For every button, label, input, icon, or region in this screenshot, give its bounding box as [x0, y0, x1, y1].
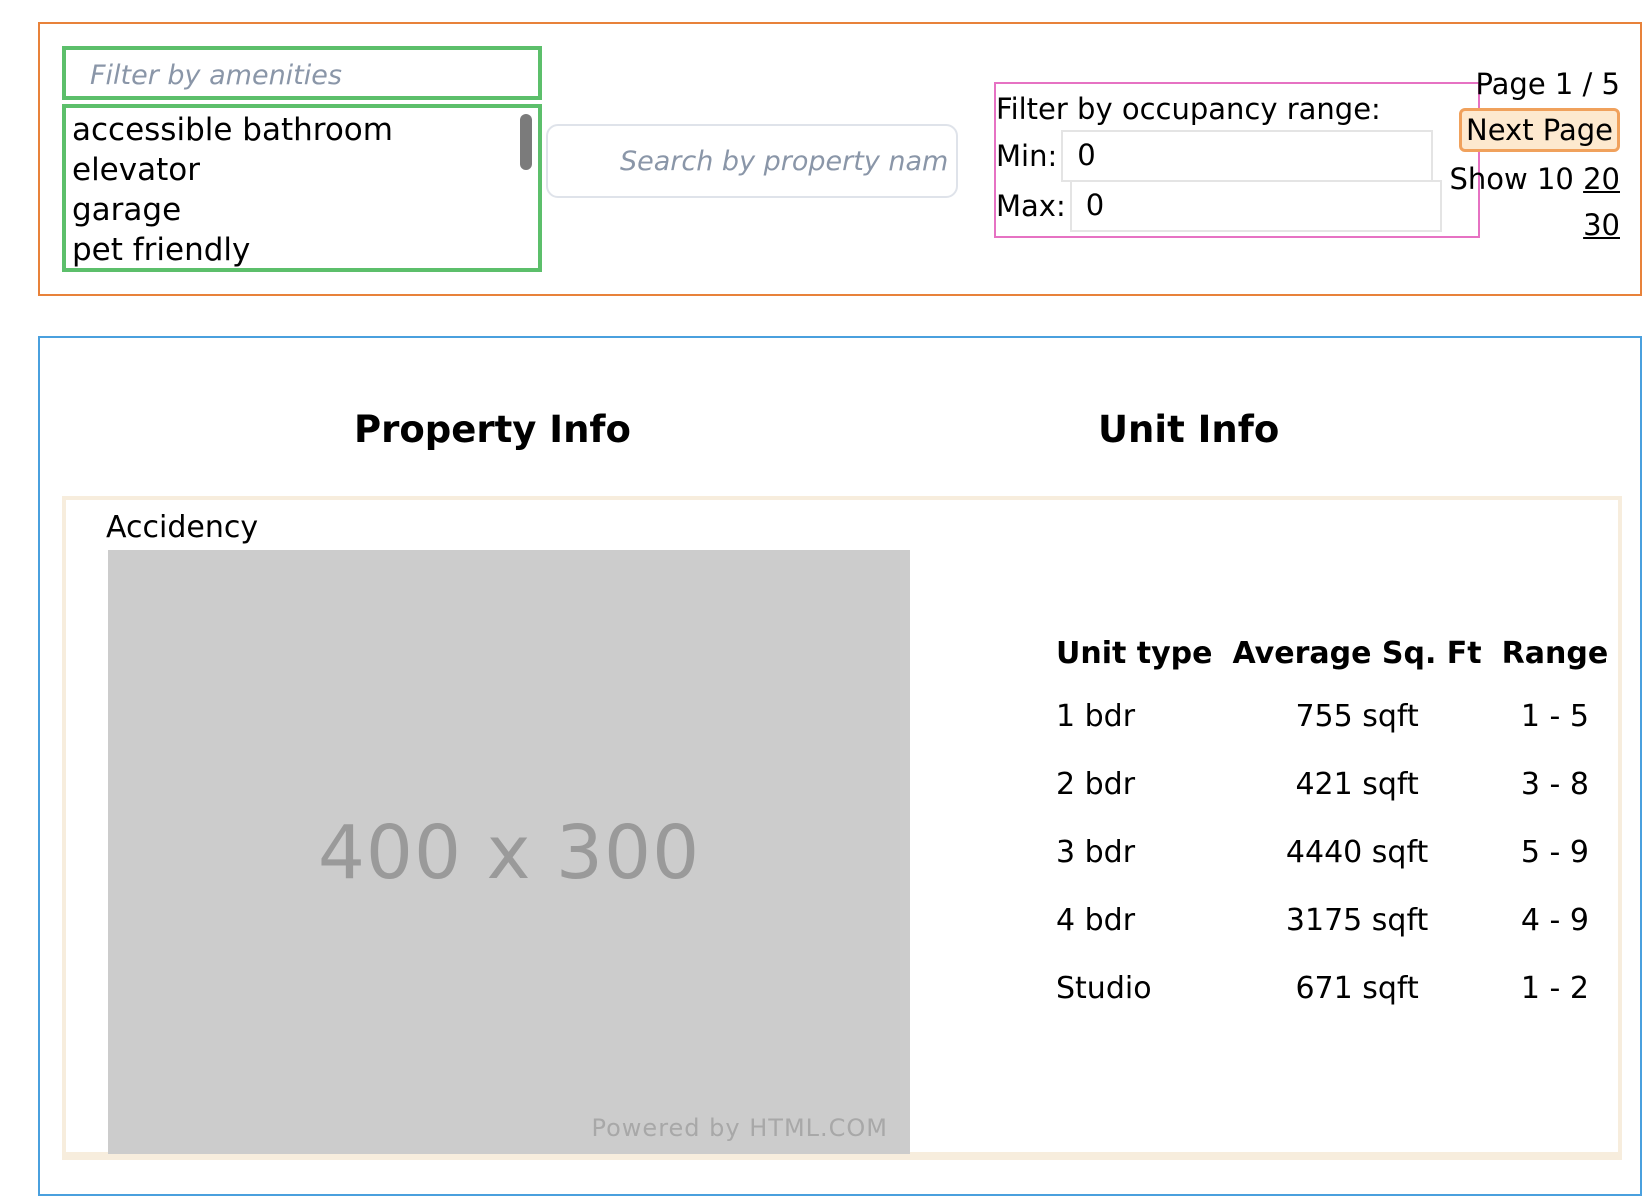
image-size-text: 400 x 300: [317, 810, 701, 896]
occupancy-max-row: Max: 0: [996, 180, 1442, 232]
page-size-20-link[interactable]: 20: [1583, 162, 1620, 196]
occupancy-filter: Filter by occupancy range: Min: 0 Max: 0: [994, 82, 1480, 238]
next-page-button[interactable]: Next Page: [1459, 108, 1620, 152]
table-row: 3 bdr 4440 sqft 5 - 9: [1056, 818, 1618, 886]
amenity-filter-input[interactable]: Filter by amenities: [62, 46, 542, 100]
avg-sqft-cell: 4440 sqft: [1285, 834, 1429, 870]
amenity-select-list[interactable]: accessible bathroom elevator garage pet …: [62, 104, 542, 272]
unit-table-header: Unit type Average Sq. Ft Range: [1056, 624, 1618, 682]
property-image: 400 x 300 Powered by HTML.COM: [108, 550, 910, 1154]
page-size-selector: Show 10 20 30: [1420, 156, 1621, 248]
unit-type-cell: 1 bdr: [1056, 698, 1136, 734]
column-header-avg-sqft: Average Sq. Ft: [1232, 635, 1482, 671]
occupancy-max-input[interactable]: 0: [1069, 180, 1442, 232]
table-row: 4 bdr 3175 sqft 4 - 9: [1056, 886, 1618, 954]
property-card: Accidency 400 x 300 Powered by HTML.COM …: [62, 496, 1622, 1156]
unit-type-cell: 2 bdr: [1056, 766, 1136, 802]
avg-sqft-cell: 421 sqft: [1295, 766, 1419, 802]
unit-type-cell: Studio: [1056, 970, 1152, 1006]
property-info-heading: Property Info: [354, 408, 631, 451]
range-cell: 3 - 8: [1520, 766, 1589, 802]
pagination: Page 1 / 5 Next Page Show 10 20 30: [1420, 62, 1620, 248]
column-header-unit-type: Unit type: [1056, 635, 1213, 671]
avg-sqft-cell: 671 sqft: [1295, 970, 1419, 1006]
page-indicator: Page 1 / 5: [1475, 67, 1620, 101]
range-cell: 1 - 2: [1520, 970, 1589, 1006]
property-name: Accidency: [106, 510, 259, 545]
occupancy-min-row: Min: 0: [996, 130, 1434, 182]
avg-sqft-cell: 3175 sqft: [1285, 902, 1429, 938]
amenity-option-accessible-bathroom[interactable]: accessible bathroom: [72, 110, 538, 150]
column-header-range: Range: [1501, 635, 1609, 671]
page-size-10: 10: [1536, 162, 1574, 196]
next-property-card: [62, 1156, 1622, 1176]
page-size-30-link[interactable]: 30: [1420, 202, 1620, 248]
range-cell: 5 - 9: [1520, 834, 1589, 870]
table-row: Studio 671 sqft 1 - 2: [1056, 954, 1618, 1022]
property-search-input[interactable]: Search by property nam: [546, 124, 958, 198]
unit-type-cell: 3 bdr: [1056, 834, 1136, 870]
table-row: 1 bdr 755 sqft 1 - 5: [1056, 682, 1618, 750]
occupancy-max-label: Max:: [996, 189, 1066, 223]
avg-sqft-cell: 755 sqft: [1295, 698, 1419, 734]
unit-info-heading: Unit Info: [1098, 408, 1280, 451]
range-cell: 4 - 9: [1520, 902, 1589, 938]
unit-table: Unit type Average Sq. Ft Range 1 bdr 755…: [1056, 624, 1618, 1022]
occupancy-min-label: Min:: [996, 139, 1058, 173]
amenity-list-scrollbar[interactable]: [520, 114, 532, 170]
image-credit-text: Powered by HTML.COM: [591, 1114, 888, 1142]
filter-panel: Filter by amenities accessible bathroom …: [38, 22, 1642, 296]
amenity-option-pet-friendly[interactable]: pet friendly: [72, 230, 538, 268]
range-cell: 1 - 5: [1520, 698, 1589, 734]
amenity-option-garage[interactable]: garage: [72, 190, 538, 230]
occupancy-min-input[interactable]: 0: [1061, 130, 1434, 182]
page-size-label: Show: [1449, 162, 1528, 196]
table-row: 2 bdr 421 sqft 3 - 8: [1056, 750, 1618, 818]
amenity-option-elevator[interactable]: elevator: [72, 150, 538, 190]
occupancy-filter-title: Filter by occupancy range:: [996, 92, 1381, 126]
unit-type-cell: 4 bdr: [1056, 902, 1136, 938]
results-panel: Property Info Unit Info Accidency 400 x …: [38, 336, 1642, 1196]
